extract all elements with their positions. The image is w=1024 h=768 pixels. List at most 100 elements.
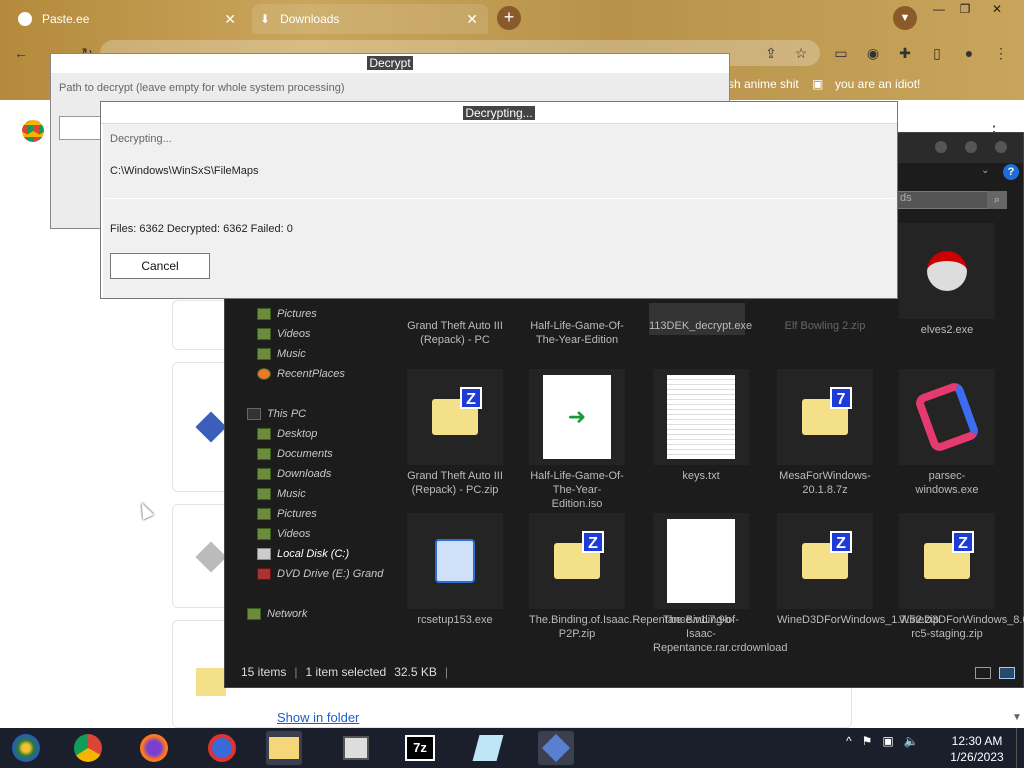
file-name: parsec-windows.exe [915, 470, 979, 496]
file-item-selected[interactable]: 113DEK_decrypt.exe [649, 303, 752, 335]
help-icon[interactable]: ? [1003, 164, 1019, 180]
firefox-icon[interactable] [136, 731, 172, 765]
bookmark-item[interactable]: sh anime shit [728, 77, 799, 91]
zip-badge: Z [952, 531, 974, 553]
7z-icon: 7 [777, 369, 873, 465]
music-folder-icon [257, 488, 271, 500]
profile-extension-icon[interactable]: ◉ [864, 44, 882, 62]
bookmark-item[interactable]: you are an idiot! [835, 77, 920, 91]
file-item[interactable]: Grand Theft Auto III (Repack) - PC [407, 319, 503, 347]
show-desktop-button[interactable] [1016, 728, 1024, 768]
iso-icon: ➜ [529, 369, 625, 465]
file-item[interactable]: Z Grand Theft Auto III (Repack) - PC.zip [407, 369, 503, 497]
iso-arrow: ➜ [543, 375, 611, 459]
close-window-button[interactable]: ✕ [986, 2, 1008, 18]
bookmark-star-icon[interactable]: ☆ [792, 44, 810, 62]
nav-item-local-disk[interactable]: Local Disk (C:) [257, 545, 349, 563]
cancel-button[interactable]: Cancel [110, 253, 210, 279]
scroll-down-arrow[interactable]: ▼ [1012, 712, 1022, 723]
7zip-icon[interactable]: 7z [402, 731, 438, 765]
selection-size: 32.5 KB [394, 665, 437, 679]
pencil-app-icon[interactable] [470, 731, 506, 765]
system-tray: ^ ⚑ ▣ 🔈 [846, 734, 919, 748]
maximize-button[interactable] [965, 141, 977, 153]
pictures-folder-icon [257, 308, 271, 320]
share-icon[interactable]: ⇪ [762, 44, 780, 62]
nav-item-pictures[interactable]: Pictures [257, 305, 317, 323]
path-label: Path to decrypt (leave empty for whole s… [59, 82, 345, 94]
file-item[interactable]: Z WineD3DForWindows_8.0-rc5-staging.zip [899, 513, 1024, 641]
menu-kebab-icon[interactable]: ⋮ [992, 44, 1010, 62]
nav-item-pictures[interactable]: Pictures [257, 505, 317, 523]
documents-folder-icon [257, 448, 271, 460]
nav-item-videos[interactable]: Videos [257, 325, 310, 343]
action-center-flag-icon[interactable]: ⚑ [862, 734, 873, 748]
nav-item-music[interactable]: Music [257, 485, 306, 503]
file-item[interactable]: ➜ Half-Life-Game-Of-The-Year-Edition.iso [529, 369, 625, 511]
side-panel-icon[interactable]: ▯ [928, 44, 946, 62]
zip-icon: Z [777, 513, 873, 609]
setup-icon [407, 513, 503, 609]
nav-item-desktop[interactable]: Desktop [257, 425, 317, 443]
windows-start-icon[interactable] [8, 731, 44, 765]
extension-flag-icon[interactable]: ▭ [832, 44, 850, 62]
network-icon[interactable]: ▣ [882, 734, 893, 748]
nav-item-dvd-drive[interactable]: DVD Drive (E:) Grand [257, 565, 383, 583]
dvd-drive-icon [257, 568, 271, 580]
clock[interactable]: 12:30 AM 1/26/2023 [946, 733, 1008, 765]
nav-item-downloads[interactable]: Downloads [257, 465, 331, 483]
show-in-folder-link[interactable]: Show in folder [277, 710, 359, 725]
tab-paste-ee[interactable]: Paste.ee ✕ [10, 4, 246, 34]
dialog-body: Decrypting... C:\Windows\WinSxS\FileMaps… [103, 124, 897, 298]
large-icons-view-icon[interactable] [999, 667, 1015, 679]
network-icon [247, 608, 261, 620]
minimize-button[interactable]: — [928, 2, 950, 18]
file-item[interactable]: rcsetup153.exe [407, 513, 503, 627]
pictures-folder-icon [257, 508, 271, 520]
search-icon[interactable]: ⌕ [987, 191, 1007, 209]
new-tab-button[interactable]: + [497, 6, 521, 30]
file-item[interactable]: parsec-windows.exe [899, 369, 995, 497]
explorer-icon[interactable] [266, 731, 302, 765]
uk-flag-icon: ▣ [812, 77, 824, 91]
volume-icon[interactable]: 🔈 [904, 734, 919, 748]
decrypt-app-icon[interactable] [538, 731, 574, 765]
archive-icon[interactable] [338, 731, 374, 765]
file-item[interactable]: keys.txt [653, 369, 749, 483]
details-view-icon[interactable] [975, 667, 991, 679]
nav-item-recentplaces[interactable]: RecentPlaces [257, 365, 345, 383]
file-item[interactable]: elves2.exe [899, 223, 995, 337]
minimize-button[interactable] [935, 141, 947, 153]
file-item[interactable]: The-Binding-of-Isaac-Repentance.rar.crdo… [653, 513, 788, 655]
file-item[interactable]: Z The.Binding.of.Isaac.Repentance.v1.7.9… [529, 513, 734, 641]
tab-search-button[interactable]: ▼ [893, 6, 917, 30]
file-item[interactable]: Half-Life-Game-Of-The-Year-Edition [529, 319, 625, 347]
file-name: The-Binding-of-Isaac-Repentance.rar.crdo… [653, 614, 788, 654]
chrome-icon[interactable] [70, 731, 106, 765]
back-icon[interactable]: ← [12, 44, 30, 62]
close-tab-icon[interactable]: ✕ [466, 11, 478, 28]
close-tab-icon[interactable]: ✕ [224, 11, 236, 28]
dialog-titlebar: Decrypt [51, 54, 729, 73]
archive-logo [343, 736, 369, 760]
nav-item-documents[interactable]: Documents [257, 445, 333, 463]
nav-item-network[interactable]: Network [247, 605, 307, 623]
expand-ribbon-icon[interactable]: ⌄ [981, 165, 989, 176]
show-hidden-icons-icon[interactable]: ^ [846, 734, 852, 748]
file-item[interactable]: Z WineD3DForWindows_1.7.52.zip [777, 513, 939, 627]
parsec-shape [913, 380, 981, 454]
nav-item-videos[interactable]: Videos [257, 525, 310, 543]
close-button[interactable] [995, 141, 1007, 153]
extensions-puzzle-icon[interactable]: ✚ [896, 44, 914, 62]
maximize-button[interactable]: ❐ [954, 2, 976, 18]
file-name: 113DEK_decrypt.exe [649, 320, 753, 332]
profile-avatar-icon[interactable]: ● [960, 44, 978, 62]
nav-item-music[interactable]: Music [257, 345, 306, 363]
zip-icon: Z [407, 369, 503, 465]
nav-item-this-pc[interactable]: This PC [247, 405, 306, 423]
file-item[interactable]: 7 MesaForWindows-20.1.8.7z [777, 369, 873, 497]
nav-label: This PC [267, 408, 307, 420]
opera-icon[interactable] [204, 731, 240, 765]
file-item[interactable]: Elf Bowling 2.zip [777, 319, 873, 333]
tab-downloads[interactable]: ⬇ Downloads ✕ [252, 4, 488, 34]
